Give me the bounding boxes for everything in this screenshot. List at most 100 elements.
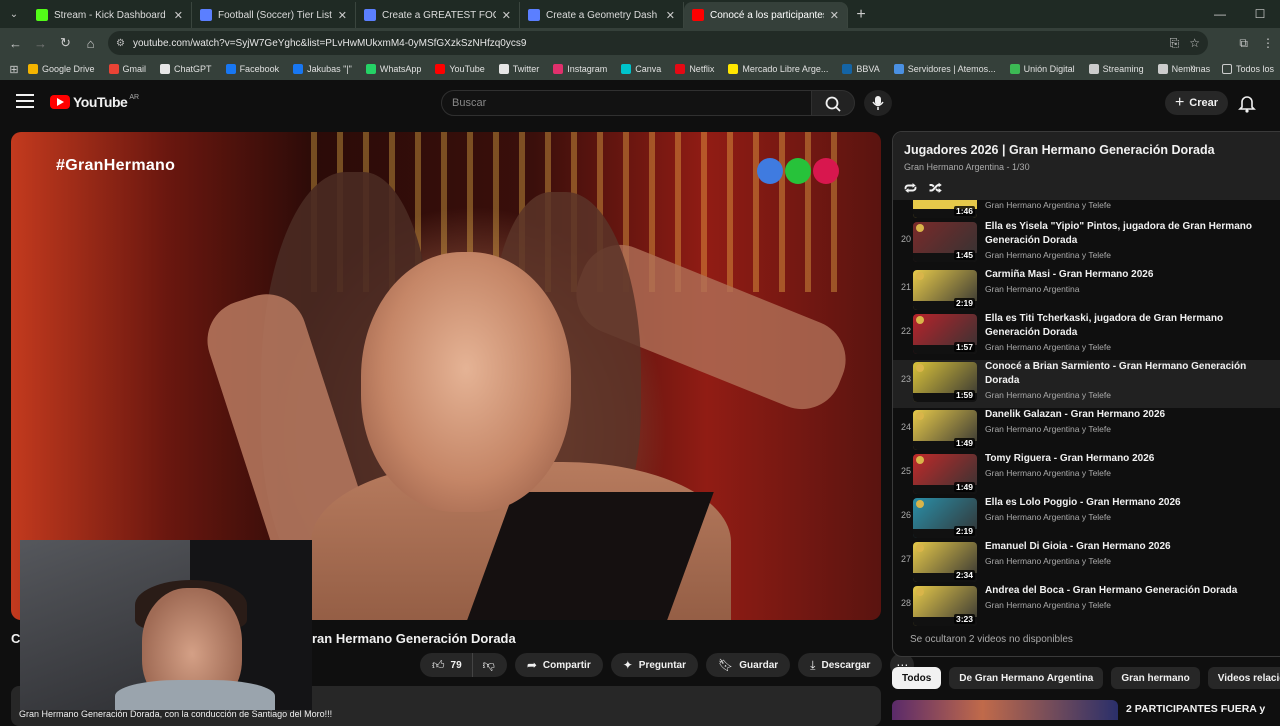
new-tab-button[interactable]: + xyxy=(848,2,874,28)
youtube-logo[interactable]: YouTube AR xyxy=(50,94,139,110)
site-info-icon[interactable]: ⚙ xyxy=(116,38,125,49)
forward-icon[interactable]: → xyxy=(28,36,53,51)
playlist-item[interactable]: 28 3:23 Andrea del Boca - Gran Hermano Gen… xyxy=(893,584,1280,628)
bookmark-item[interactable]: Google Drive xyxy=(28,64,95,74)
tab-favicon-icon xyxy=(692,9,704,21)
tab-search-icon[interactable]: ⌄ xyxy=(0,0,28,28)
filter-chip[interactable]: Gran hermano xyxy=(1111,667,1200,689)
tab-close-icon[interactable]: ✕ xyxy=(666,9,675,22)
browser-tab[interactable]: Football (Soccer) Tier List Temp ✕ xyxy=(192,2,356,28)
playlist-item[interactable]: 23 1:59 Conocé a Brian Sarmiento - Gran He… xyxy=(893,360,1280,408)
video-duration: 2:34 xyxy=(953,570,975,580)
bookmark-item[interactable]: BBVA xyxy=(842,64,880,74)
loop-icon[interactable]: 🔁︎ xyxy=(904,179,917,198)
bookmark-item[interactable]: Unión Digital xyxy=(1009,64,1075,74)
home-icon[interactable]: ⌂ xyxy=(78,36,103,51)
notifications-button[interactable] xyxy=(1238,93,1256,113)
filter-chip[interactable]: De Gran Hermano Argentina xyxy=(949,667,1104,689)
back-icon[interactable]: ← xyxy=(3,36,28,51)
url-field[interactable]: ⚙ youtube.com/watch?v=SyjW7GeYghc&list=P… xyxy=(108,31,1208,55)
tab-title: Conocé a los participantes: Lu xyxy=(710,9,824,21)
playlist-item[interactable]: 21 2:19 Carmiña Masi - Gran Hermano 2026 Gr… xyxy=(893,268,1280,312)
playlist-item[interactable]: 25 1:49 Tomy Riguera - Gran Hermano 2026 Gr… xyxy=(893,452,1280,496)
window-controls: — ☐ xyxy=(1200,0,1280,28)
playlist-item-partial[interactable]: 1:46 Gran Hermano Argentina y Telefe xyxy=(893,200,1280,218)
bookmark-item[interactable]: Netflix xyxy=(675,64,714,74)
video-thumbnail: 2:19 xyxy=(913,498,977,538)
video-thumbnail: 1:59 xyxy=(913,362,977,402)
bookmark-label: WhatsApp xyxy=(379,64,422,74)
video-channel: Gran Hermano Argentina y Telefe xyxy=(985,250,1111,260)
minimize-icon[interactable]: — xyxy=(1200,0,1240,28)
video-channel: Gran Hermano Argentina y Telefe xyxy=(985,424,1111,434)
playlist-index: 28 xyxy=(900,598,911,608)
browser-tab[interactable]: Stream - Kick Dashboard ✕ xyxy=(28,2,192,28)
bookmark-item[interactable]: Twitter xyxy=(498,64,539,74)
bookmark-item[interactable]: ChatGPT xyxy=(160,64,212,74)
all-bookmarks-folder[interactable]: Todos los xyxy=(1222,64,1274,74)
bookmark-item[interactable]: Gmail xyxy=(108,64,146,74)
all-bookmarks-label: Todos los xyxy=(1236,64,1275,74)
extensions-icon[interactable]: ⧉ xyxy=(1239,36,1248,51)
tab-close-icon[interactable]: ✕ xyxy=(830,9,839,22)
like-button[interactable]: 👍︎ 79 xyxy=(420,653,473,677)
menu-icon[interactable] xyxy=(16,94,34,108)
create-button[interactable]: + Crear xyxy=(1165,91,1228,115)
search-input[interactable]: Buscar xyxy=(441,90,812,116)
bookmark-star-icon[interactable]: ☆ xyxy=(1189,36,1200,50)
filter-chip[interactable]: Videos relacionados xyxy=(1207,667,1280,689)
tab-title: Stream - Kick Dashboard xyxy=(54,9,166,21)
playlist-index: 24 xyxy=(900,422,911,432)
bookmark-item[interactable]: Facebook xyxy=(225,64,279,74)
playlist-index: 21 xyxy=(900,282,911,292)
ask-button[interactable]: ✦ Preguntar xyxy=(610,653,699,677)
bookmark-item[interactable]: Canva xyxy=(621,64,661,74)
bookmark-item[interactable]: Mercado Libre Arge... xyxy=(728,64,828,74)
video-duration: 2:19 xyxy=(953,298,975,308)
bookmark-item[interactable]: WhatsApp xyxy=(365,64,422,74)
bookmark-item[interactable]: Nemunas xyxy=(1157,64,1210,74)
more-bookmarks-icon[interactable]: » xyxy=(1190,62,1196,74)
filter-chip[interactable]: Todos xyxy=(892,667,942,689)
playlist-title[interactable]: Jugadores 2026 | Gran Hermano Generación… xyxy=(904,143,1215,157)
tab-close-icon[interactable]: ✕ xyxy=(174,9,183,22)
tab-close-icon[interactable]: ✕ xyxy=(502,9,511,22)
green-dot xyxy=(785,158,811,184)
dislike-button[interactable]: 👎︎ xyxy=(473,653,507,677)
browser-tab[interactable]: Create a Geometry Dash Cube ✕ xyxy=(520,2,684,28)
playlist-index: 23 xyxy=(900,374,911,384)
video-thumbnail: 2:34 xyxy=(913,542,977,582)
bookmark-favicon-icon xyxy=(160,64,171,74)
maximize-icon[interactable]: ☐ xyxy=(1240,0,1280,28)
bookmark-item[interactable]: Servidores | Atemos... xyxy=(893,64,996,74)
item-menu-icon[interactable]: ⋮ xyxy=(1275,368,1280,382)
bookmark-item[interactable]: YouTube xyxy=(435,64,485,74)
video-thumbnail: 1:45 xyxy=(913,222,977,262)
browser-tab[interactable]: Create a GREATEST FOOTBALLE ✕ xyxy=(356,2,520,28)
playlist-item[interactable]: 20 1:45 Ella es Yisela "Yipio" Pintos, jug… xyxy=(893,220,1280,268)
share-button[interactable]: ➦ Compartir xyxy=(514,653,603,677)
playlist-item[interactable]: 22 1:57 Ella es Titi Tcherkaski, jugadora … xyxy=(893,312,1280,360)
shuffle-icon[interactable]: 🔀︎ xyxy=(929,179,942,198)
playlist-item[interactable]: 27 2:34 Emanuel Di Gioia - Gran Hermano 20… xyxy=(893,540,1280,584)
browser-tab[interactable]: Conocé a los participantes: Lu ✕ xyxy=(684,2,848,28)
install-app-icon[interactable]: ⎘ xyxy=(1170,36,1180,51)
reload-icon[interactable]: ↻ xyxy=(53,35,78,51)
recommended-video[interactable]: 2 PARTICIPANTES FUERA y xyxy=(892,700,1280,720)
bookmark-item[interactable]: Jakubas "|" xyxy=(293,64,352,74)
download-button[interactable]: ⤓ Descargar xyxy=(798,653,883,677)
plus-icon: + xyxy=(1174,94,1185,111)
bookmark-item[interactable]: Instagram xyxy=(553,64,607,74)
save-button[interactable]: 🔖︎ Guardar xyxy=(706,653,791,677)
search-button[interactable] xyxy=(811,90,855,116)
tab-close-icon[interactable]: ✕ xyxy=(338,9,347,22)
bookmark-favicon-icon xyxy=(225,64,236,74)
bookmark-item[interactable]: Streaming xyxy=(1088,64,1144,74)
voice-search-button[interactable] xyxy=(864,90,892,116)
browser-tab-bar: ⌄ Stream - Kick Dashboard ✕ Football (Socc… xyxy=(0,0,1280,28)
playlist-item[interactable]: 26 2:19 Ella es Lolo Poggio - Gran Hermano… xyxy=(893,496,1280,540)
apps-grid-icon[interactable]: ⊞ xyxy=(0,63,28,76)
url-text: youtube.com/watch?v=SyjW7GeYghc&list=PLv… xyxy=(132,37,527,49)
profile-menu-icon[interactable]: ⋮ xyxy=(1262,36,1274,50)
playlist-item[interactable]: 24 1:49 Danelik Galazan - Gran Hermano 202… xyxy=(893,408,1280,452)
